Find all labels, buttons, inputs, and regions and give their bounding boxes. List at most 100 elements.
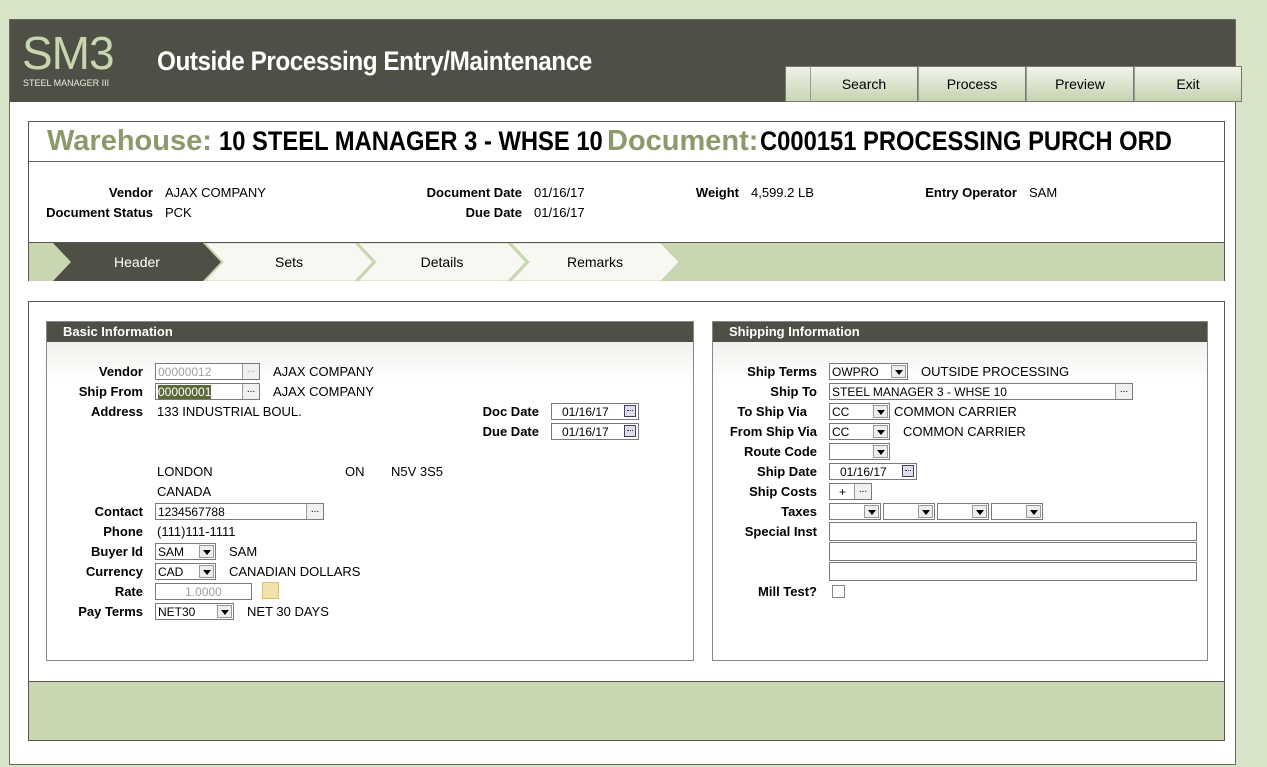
ship-from-lookup-button[interactable]: ... <box>242 384 259 399</box>
currency-label: Currency <box>85 564 143 579</box>
ship-costs-input[interactable]: +... <box>829 483 872 500</box>
to-ship-via-select[interactable]: CC <box>829 403 890 420</box>
tab-header[interactable]: Header <box>53 243 221 281</box>
ship-from-code-text: 00000001 <box>158 385 212 399</box>
chevron-down-icon[interactable] <box>891 365 906 378</box>
address-postal-code: N5V 3S5 <box>391 464 444 479</box>
calendar-icon[interactable] <box>624 405 636 417</box>
chevron-down-icon[interactable] <box>217 605 232 618</box>
ship-to-input[interactable]: STEEL MANAGER 3 - WHSE 10... <box>829 383 1133 400</box>
address-label: Address <box>90 404 143 419</box>
buyer-id-text: SAM <box>158 545 185 559</box>
app-logo-subtitle: STEEL MANAGER III <box>23 78 110 88</box>
ship-date-label: Ship Date <box>757 464 817 479</box>
contact-lookup-button[interactable]: ... <box>306 504 323 519</box>
due-date-input[interactable]: 01/16/17 <box>551 423 639 440</box>
ship-terms-select[interactable]: OWPRO <box>829 363 908 380</box>
special-inst-line-1[interactable] <box>829 522 1197 541</box>
chevron-down-icon[interactable] <box>873 445 888 458</box>
document-date-label: Document Date <box>426 185 522 200</box>
tab-remarks-label: Remarks <box>566 254 623 270</box>
tab-sets-label: Sets <box>274 254 303 270</box>
doc-date-input[interactable]: 01/16/17 <box>551 403 639 420</box>
doc-date-label: Doc Date <box>482 404 539 419</box>
vendor-label: Vendor <box>108 185 153 200</box>
ship-to-lookup-button[interactable]: ... <box>1115 384 1132 399</box>
tab-bar: Header Sets Details Remarks <box>29 242 1224 281</box>
ship-from-code-input[interactable]: 00000001... <box>155 383 260 400</box>
buyer-id-label: Buyer Id <box>90 544 143 559</box>
page-title: Outside Processing Entry/Maintenance <box>157 46 592 76</box>
basic-vendor-label: Vendor <box>98 364 143 379</box>
entry-operator-value: SAM <box>1029 185 1058 200</box>
ship-from-name: AJAX COMPANY <box>273 384 374 399</box>
tab-sets[interactable]: Sets <box>205 243 373 281</box>
special-inst-label: Special Inst <box>744 524 817 539</box>
entry-operator-label: Entry Operator <box>925 185 1017 200</box>
document-value: C000151 PROCESSING PURCH ORD <box>760 126 1172 156</box>
due-date-label: Due Date <box>465 205 522 220</box>
tab-details-label: Details <box>420 254 464 270</box>
buyer-id-select[interactable]: SAM <box>155 543 216 560</box>
rate-input[interactable]: 1.0000 <box>155 583 252 600</box>
basic-information-group: Basic Information Vendor 00000012... AJA… <box>46 321 694 661</box>
ship-costs-lookup-button[interactable]: ... <box>854 484 871 499</box>
address-province: ON <box>345 464 365 479</box>
chevron-down-icon[interactable] <box>199 565 214 578</box>
chevron-down-icon[interactable] <box>864 505 879 518</box>
toolbar-lead <box>785 66 810 102</box>
chevron-down-icon[interactable] <box>1026 505 1041 518</box>
ship-terms-name: OUTSIDE PROCESSING <box>921 364 1070 379</box>
from-ship-via-select[interactable]: CC <box>829 423 890 440</box>
tax-4-select[interactable] <box>991 503 1043 520</box>
title-bar: SM3 STEEL MANAGER III Outside Processing… <box>10 20 1242 102</box>
ship-date-input[interactable]: 01/16/17 <box>829 463 917 480</box>
tax-2-select[interactable] <box>883 503 935 520</box>
special-inst-line-2[interactable] <box>829 542 1197 561</box>
search-button[interactable]: Search <box>810 66 918 102</box>
document-label: Document: <box>607 125 759 157</box>
shipping-information-group: Shipping Information Ship Terms OWPRO OU… <box>712 321 1208 661</box>
document-header: Warehouse: 10 STEEL MANAGER 3 - WHSE 10 … <box>28 121 1225 281</box>
mill-test-checkbox[interactable] <box>832 585 845 598</box>
vendor-lookup-button[interactable]: ... <box>242 364 259 379</box>
currency-name: CANADIAN DOLLARS <box>229 564 361 579</box>
chevron-down-icon[interactable] <box>873 425 888 438</box>
special-inst-line-3[interactable] <box>829 562 1197 581</box>
to-ship-via-label: To Ship Via <box>737 404 807 419</box>
due-date-text: 01/16/17 <box>562 425 609 439</box>
calendar-icon[interactable] <box>624 425 636 437</box>
chevron-down-icon[interactable] <box>918 505 933 518</box>
tab-details[interactable]: Details <box>358 243 526 281</box>
tax-1-select[interactable] <box>829 503 881 520</box>
bottom-status-bar <box>29 681 1224 740</box>
exchange-rate-icon[interactable] <box>262 582 279 599</box>
calendar-icon[interactable] <box>902 465 914 477</box>
vendor-name: AJAX COMPANY <box>273 364 374 379</box>
chevron-down-icon[interactable] <box>972 505 987 518</box>
preview-button[interactable]: Preview <box>1026 66 1134 102</box>
exit-button[interactable]: Exit <box>1134 66 1242 102</box>
ship-terms-label: Ship Terms <box>747 364 817 379</box>
tab-header-label: Header <box>114 254 160 270</box>
route-code-select[interactable] <box>829 443 890 460</box>
currency-select[interactable]: CAD <box>155 563 216 580</box>
contact-input[interactable]: 1234567788... <box>155 503 324 520</box>
chevron-down-icon[interactable] <box>199 545 214 558</box>
due-date-label: Due Date <box>482 424 539 439</box>
tab-remarks[interactable]: Remarks <box>511 243 679 281</box>
address-country: CANADA <box>157 484 212 499</box>
vendor-code-input[interactable]: 00000012... <box>155 363 260 380</box>
chevron-down-icon[interactable] <box>873 405 888 418</box>
tax-3-select[interactable] <box>937 503 989 520</box>
warehouse-label: Warehouse: <box>47 125 212 157</box>
process-button[interactable]: Process <box>918 66 1026 102</box>
pay-terms-select[interactable]: NET30 <box>155 603 234 620</box>
app-window: SM3 STEEL MANAGER III Outside Processing… <box>9 19 1242 765</box>
app-logo: SM3 <box>22 27 115 79</box>
phone-value: (111)111-1111 <box>157 524 236 539</box>
from-ship-via-code-text: CC <box>832 425 850 439</box>
ship-to-label: Ship To <box>770 384 817 399</box>
pay-terms-label: Pay Terms <box>78 604 143 619</box>
document-status-value: PCK <box>165 205 192 220</box>
